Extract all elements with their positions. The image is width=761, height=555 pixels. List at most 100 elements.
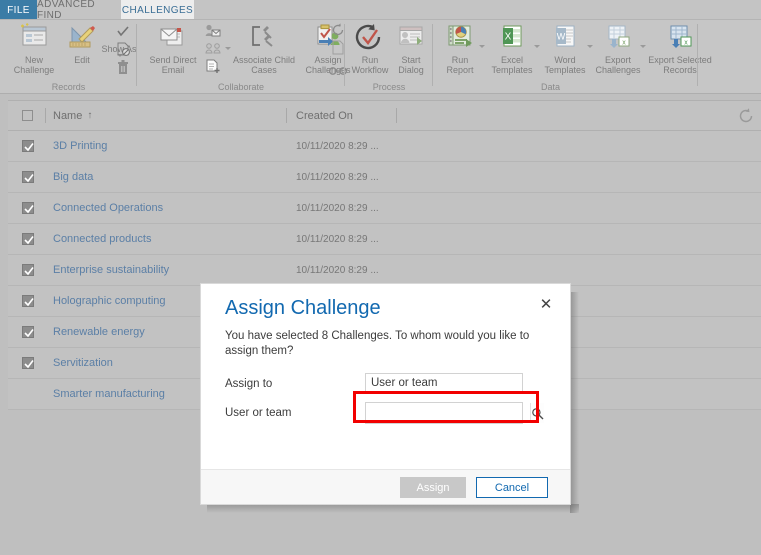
dialog-title: Assign Challenge bbox=[225, 297, 381, 319]
row-name-link[interactable]: Renewable energy bbox=[53, 317, 145, 347]
row-name-link[interactable]: Big data bbox=[53, 162, 93, 192]
document-icon[interactable] bbox=[332, 40, 344, 60]
tab-file[interactable]: FILE bbox=[0, 0, 37, 20]
select-all-checkbox[interactable] bbox=[22, 110, 33, 121]
run-workflow-icon bbox=[354, 23, 386, 53]
ribbon-group-label-collaborate: Collaborate bbox=[217, 82, 265, 92]
table-row[interactable]: 3D Printing 10/11/2020 8:29 ... bbox=[8, 131, 761, 162]
field-label-user-or-team: User or team bbox=[225, 407, 292, 419]
search-icon[interactable] bbox=[530, 403, 544, 423]
ribbon-button-new-challenge[interactable]: New Challenge bbox=[6, 23, 62, 75]
ribbon-button-word-templates[interactable]: W Word Templates bbox=[539, 23, 593, 75]
row-created-on: 10/11/2020 8:29 ... bbox=[296, 202, 379, 214]
ribbon-label: Run Workflow bbox=[351, 55, 389, 75]
ribbon: New Challenge Edit Show As Records Send … bbox=[0, 20, 761, 94]
grid-header-row: Name ↑ Created On bbox=[8, 101, 761, 131]
user-or-team-input[interactable] bbox=[366, 403, 530, 423]
field-row-user-or-team: User or team bbox=[225, 402, 545, 424]
column-header-created-on[interactable]: Created On bbox=[296, 101, 353, 130]
send-direct-email-icon bbox=[157, 23, 189, 53]
ribbon-group-label-records: Records bbox=[51, 82, 86, 92]
ribbon-button-export-selected-records[interactable]: x Export Selected Records bbox=[645, 23, 715, 75]
table-row[interactable]: Connected Operations 10/11/2020 8:29 ... bbox=[8, 193, 761, 224]
delete-trash-icon[interactable] bbox=[116, 60, 130, 80]
row-name-link[interactable]: 3D Printing bbox=[53, 131, 107, 161]
row-name-link[interactable]: Holographic computing bbox=[53, 286, 166, 316]
row-checkbox[interactable] bbox=[22, 357, 34, 369]
ribbon-button-excel-templates[interactable]: X Excel Templates bbox=[486, 23, 540, 75]
table-row[interactable]: Connected products 10/11/2020 8:29 ... bbox=[8, 224, 761, 255]
row-created-on: 10/11/2020 8:29 ... bbox=[296, 171, 379, 183]
row-checkbox[interactable] bbox=[22, 171, 34, 183]
ribbon-label: Associate Child Cases bbox=[232, 55, 296, 75]
row-name-link[interactable]: Connected Operations bbox=[53, 193, 163, 223]
field-label-assign-to: Assign to bbox=[225, 378, 273, 390]
column-header-name[interactable]: Name ↑ bbox=[53, 101, 92, 130]
ribbon-button-run-workflow[interactable]: Run Workflow bbox=[349, 23, 391, 75]
refresh-icon[interactable] bbox=[737, 107, 755, 125]
crm-window: •• ••• •• •• •• •• FILE ADVANCED FIND CH… bbox=[0, 0, 761, 555]
ribbon-group-process: Run Workflow Start Dialog Process bbox=[345, 20, 433, 93]
row-checkbox[interactable] bbox=[22, 295, 34, 307]
user-or-team-lookup bbox=[365, 402, 544, 424]
ribbon-button-edit[interactable]: Edit bbox=[62, 23, 102, 65]
row-checkbox[interactable] bbox=[22, 264, 34, 276]
connections-icon[interactable] bbox=[205, 42, 221, 60]
table-row[interactable]: Big data 10/11/2020 8:29 ... bbox=[8, 162, 761, 193]
ribbon-label: Word Templates bbox=[544, 55, 586, 75]
ribbon-group-records: New Challenge Edit Show As Records bbox=[0, 20, 137, 93]
ribbon-group-label-process: Process bbox=[372, 82, 406, 92]
sort-ascending-icon: ↑ bbox=[87, 110, 93, 121]
deactivate-document-icon[interactable] bbox=[116, 42, 130, 61]
check-icon[interactable] bbox=[116, 25, 130, 43]
assign-challenge-dialog: Assign Challenge ✕ You have selected 8 C… bbox=[200, 283, 571, 505]
dialog-shadow-right bbox=[570, 292, 579, 513]
ribbon-button-associate-child-cases[interactable]: Associate Child Cases bbox=[229, 23, 299, 75]
assign-to-select[interactable] bbox=[365, 373, 523, 393]
row-name-link[interactable]: Enterprise sustainability bbox=[53, 255, 169, 285]
tab-advanced-find[interactable]: ADVANCED FIND bbox=[37, 0, 121, 21]
ribbon-label: Run Report bbox=[446, 55, 474, 75]
row-name-link[interactable]: Smarter manufacturing bbox=[53, 379, 165, 409]
assign-button[interactable]: Assign bbox=[400, 477, 466, 498]
row-checkbox[interactable] bbox=[22, 202, 34, 214]
ribbon-button-export-challenges[interactable]: x Export Challenges bbox=[592, 23, 646, 75]
ribbon-label: Start Dialog bbox=[398, 55, 424, 75]
ribbon-group-data: Run Report X Excel Templates W Word Temp… bbox=[433, 20, 712, 93]
ribbon-label: Export Selected Records bbox=[648, 55, 712, 75]
svg-text:x: x bbox=[684, 40, 688, 47]
column-divider[interactable] bbox=[286, 108, 287, 123]
new-record-icon bbox=[18, 23, 50, 53]
dialog-footer: Assign Cancel bbox=[201, 469, 570, 504]
ribbon-label: Edit bbox=[74, 55, 90, 65]
dialog-body: Assign Challenge ✕ You have selected 8 C… bbox=[201, 284, 570, 470]
column-divider[interactable] bbox=[396, 108, 397, 123]
row-created-on: 10/11/2020 8:29 ... bbox=[296, 264, 379, 276]
run-report-icon bbox=[444, 23, 476, 53]
row-checkbox[interactable] bbox=[22, 140, 34, 152]
excel-template-icon: X bbox=[496, 23, 528, 53]
ribbon-label: Excel Templates bbox=[491, 55, 533, 75]
ribbon-tabbar: FILE ADVANCED FIND CHALLENGES bbox=[0, 0, 761, 21]
ribbon-button-start-dialog[interactable]: Start Dialog bbox=[391, 23, 431, 75]
row-name-link[interactable]: Connected products bbox=[53, 224, 151, 254]
row-checkbox[interactable] bbox=[22, 326, 34, 338]
close-icon[interactable]: ✕ bbox=[537, 295, 555, 313]
chevron-down-icon[interactable] bbox=[479, 45, 485, 48]
row-checkbox[interactable] bbox=[22, 233, 34, 245]
ribbon-label: New Challenge bbox=[13, 55, 55, 75]
row-created-on: 10/11/2020 8:29 ... bbox=[296, 140, 379, 152]
add-contact-icon[interactable] bbox=[205, 24, 221, 43]
row-name-link[interactable]: Servitization bbox=[53, 348, 113, 378]
export-selected-records-icon: x bbox=[664, 23, 696, 53]
tab-challenges[interactable]: CHALLENGES bbox=[121, 0, 194, 20]
ribbon-button-send-direct-email[interactable]: Send Direct Email bbox=[142, 23, 204, 75]
ribbon-button-run-report[interactable]: Run Report bbox=[437, 23, 485, 75]
ribbon-label: Send Direct Email bbox=[149, 55, 197, 75]
add-note-icon[interactable] bbox=[205, 59, 221, 79]
table-row[interactable]: Enterprise sustainability 10/11/2020 8:2… bbox=[8, 255, 761, 286]
dialog-shadow-bottom bbox=[207, 504, 579, 513]
cancel-button[interactable]: Cancel bbox=[476, 477, 548, 498]
column-divider[interactable] bbox=[45, 108, 46, 123]
export-challenges-icon: x bbox=[602, 23, 634, 53]
